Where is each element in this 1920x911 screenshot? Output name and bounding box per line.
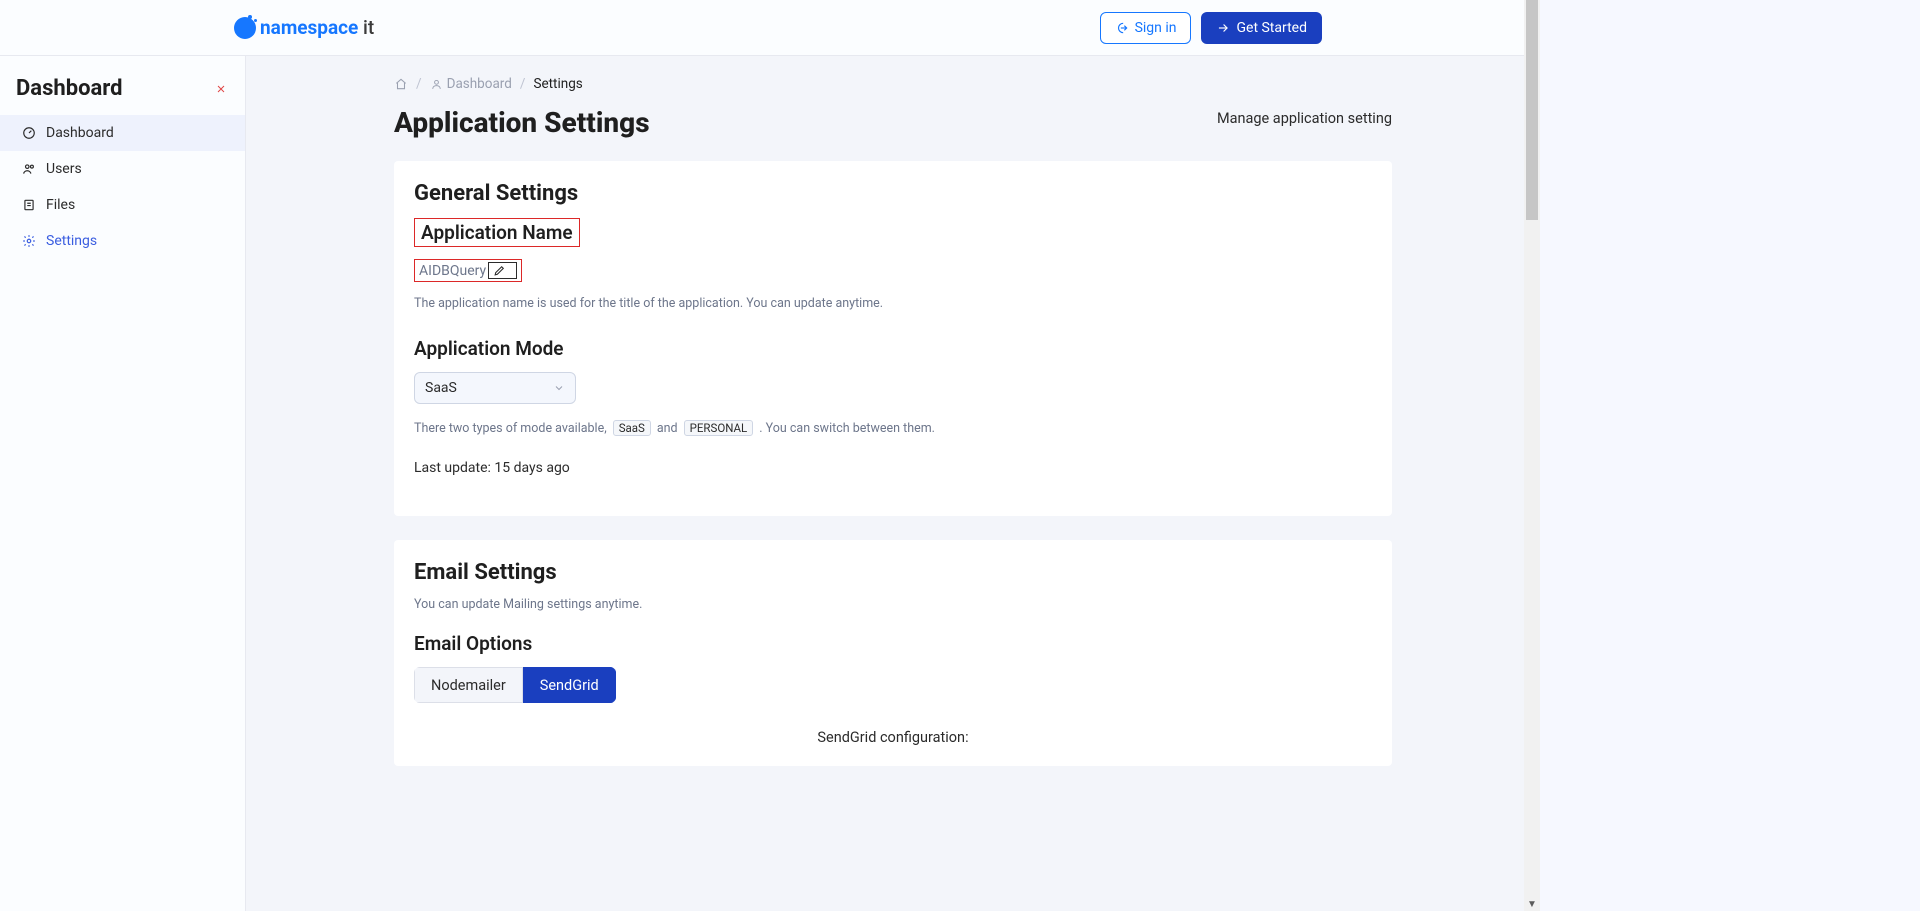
app-mode-help: There two types of mode available, SaaS …: [414, 420, 1372, 436]
general-settings-heading: General Settings: [414, 181, 1372, 206]
app-name-value: AIDBQuery: [419, 263, 488, 279]
breadcrumb-current: Settings: [533, 76, 582, 92]
email-options-label: Email Options: [414, 632, 1372, 655]
pencil-icon: [493, 264, 506, 277]
mode-tag-personal: PERSONAL: [684, 420, 754, 436]
mode-tag-saas: SaaS: [613, 420, 651, 436]
close-icon[interactable]: [215, 83, 227, 95]
sidebar: Dashboard Dashboard Users: [0, 56, 246, 911]
page-title: Application Settings: [394, 106, 650, 139]
app-mode-value: SaaS: [425, 380, 457, 396]
sidebar-item-label: Settings: [46, 233, 97, 249]
breadcrumb-dashboard[interactable]: Dashboard: [430, 76, 512, 92]
sidebar-title: Dashboard: [16, 76, 123, 101]
user-icon: [430, 78, 443, 91]
get-started-button[interactable]: Get Started: [1201, 12, 1322, 44]
page-subtitle: Manage application setting: [1217, 106, 1392, 127]
logo[interactable]: namespace it: [234, 16, 374, 39]
scroll-down-icon[interactable]: ▼: [1527, 899, 1537, 909]
app-name-help: The application name is used for the tit…: [414, 296, 1372, 311]
gear-icon: [22, 234, 36, 248]
logo-text: namespace it: [260, 16, 374, 39]
sidebar-item-files[interactable]: Files: [0, 187, 245, 223]
email-option-nodemailer[interactable]: Nodemailer: [414, 667, 523, 703]
signin-button[interactable]: Sign in: [1100, 12, 1192, 44]
email-options-group: Nodemailer SendGrid: [414, 667, 616, 703]
general-settings-card: General Settings Application Name AIDBQu…: [394, 161, 1392, 516]
arrow-right-icon: [1216, 21, 1230, 35]
signin-icon: [1115, 21, 1129, 35]
sendgrid-config-heading: SendGrid configuration:: [414, 729, 1372, 746]
app-name-label-box: Application Name: [414, 218, 580, 247]
app-name-label: Application Name: [421, 221, 573, 244]
gauge-icon: [22, 126, 36, 140]
edit-button[interactable]: [488, 262, 517, 279]
email-settings-heading: Email Settings: [414, 560, 1372, 585]
email-settings-help: You can update Mailing settings anytime.: [414, 597, 1372, 612]
logo-icon: [234, 17, 256, 39]
email-option-sendgrid[interactable]: SendGrid: [523, 667, 616, 703]
scrollbar-thumb[interactable]: [1526, 0, 1538, 220]
files-icon: [22, 198, 36, 212]
app-mode-label: Application Mode: [414, 337, 1372, 360]
sidebar-item-label: Files: [46, 197, 75, 213]
last-update: Last update: 15 days ago: [414, 460, 1372, 476]
topbar: namespace it Sign in Get Started: [0, 0, 1540, 56]
chevron-down-icon: [553, 382, 565, 394]
sidebar-item-label: Dashboard: [46, 125, 114, 141]
app-mode-select[interactable]: SaaS: [414, 372, 576, 404]
users-icon: [22, 162, 36, 176]
sidebar-item-users[interactable]: Users: [0, 151, 245, 187]
breadcrumb: / Dashboard / Settings: [394, 76, 1392, 92]
sidebar-item-label: Users: [46, 161, 82, 177]
get-started-label: Get Started: [1236, 20, 1307, 36]
sidebar-item-settings[interactable]: Settings: [0, 223, 245, 259]
main-content: / Dashboard / Settings Application Setti…: [246, 56, 1540, 911]
scrollbar[interactable]: ▼: [1524, 0, 1540, 911]
sidebar-item-dashboard[interactable]: Dashboard: [0, 115, 245, 151]
home-icon[interactable]: [394, 77, 408, 91]
signin-label: Sign in: [1135, 20, 1177, 36]
email-settings-card: Email Settings You can update Mailing se…: [394, 540, 1392, 766]
app-name-value-box: AIDBQuery: [414, 259, 522, 282]
